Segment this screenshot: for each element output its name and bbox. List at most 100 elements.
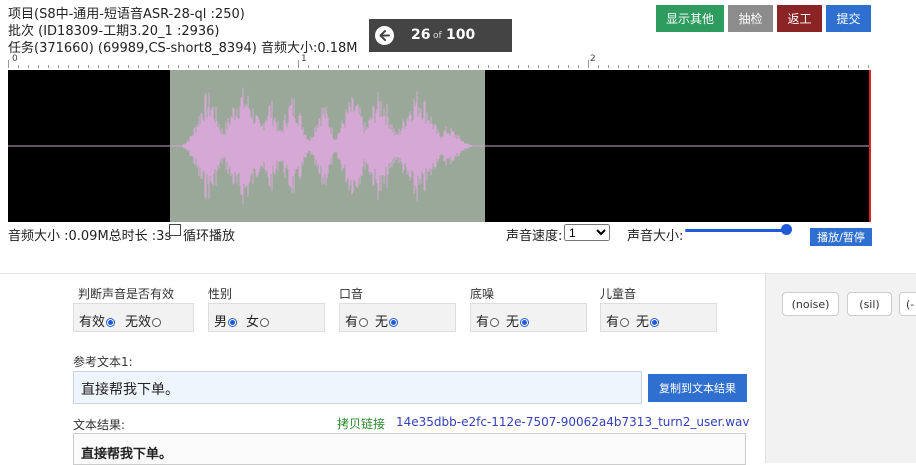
back-arrow-icon[interactable]: [375, 26, 394, 45]
radio-invalid[interactable]: [152, 318, 162, 327]
ruler-tick: [638, 65, 639, 68]
reference-textarea[interactable]: 直接帮我下单。: [73, 371, 642, 404]
ruler-tick: [188, 65, 189, 68]
speed-select[interactable]: 1: [564, 224, 610, 241]
result-textarea[interactable]: 直接帮我下单。: [73, 433, 746, 465]
ruler-tick: [138, 65, 139, 68]
volume-slider-track[interactable]: [685, 229, 789, 232]
play-pause-button[interactable]: 播放/暂停: [810, 228, 872, 246]
ruler-tick: [258, 65, 259, 68]
option-label: 有: [606, 315, 620, 330]
option-label: 有: [345, 315, 359, 330]
ruler-tick: [648, 65, 649, 68]
radio-child-no[interactable]: [650, 318, 660, 327]
sil-tag-button[interactable]: (sil): [847, 292, 892, 316]
radio-female[interactable]: [260, 318, 270, 327]
radio-accent-yes[interactable]: [359, 318, 369, 327]
waveform[interactable]: [8, 70, 871, 222]
ruler-tick: [868, 65, 869, 68]
option-child-yes[interactable]: 有: [606, 311, 630, 330]
ruler-tick: [608, 65, 609, 68]
ruler-tick: [418, 65, 419, 68]
of-label: of: [433, 31, 442, 41]
audio-info: 音频大小 :0.09M总时长 :3s: [8, 229, 172, 244]
option-noise-yes[interactable]: 有: [476, 311, 500, 330]
ruler-tick: [248, 65, 249, 68]
ruler-tick: [18, 65, 19, 68]
ruler-tick: [498, 65, 499, 68]
child-voice-group: 有 无: [600, 303, 717, 332]
ruler-tick: [268, 65, 269, 68]
ruler-tick: [568, 65, 569, 68]
ruler-tick: [108, 65, 109, 68]
item-navigator: 26 of 100: [369, 19, 512, 52]
ruler-tick: [798, 65, 799, 68]
radio-accent-no[interactable]: [389, 318, 399, 327]
radio-noise-yes[interactable]: [490, 318, 500, 327]
ruler-tick: [68, 65, 69, 68]
validity-label: 判断声音是否有效: [78, 287, 175, 301]
noise-group: 有 无: [470, 303, 587, 332]
ruler-label-2: 2: [590, 54, 596, 64]
option-child-no[interactable]: 无: [636, 311, 660, 330]
noise-label: 底噪: [470, 287, 495, 301]
radio-valid[interactable]: [106, 318, 116, 327]
radio-noise-no[interactable]: [520, 318, 530, 327]
option-label: 无效: [125, 315, 152, 330]
ruler-label-1: 1: [301, 54, 307, 64]
ruler-tick: [198, 65, 199, 68]
ruler-tick: [558, 65, 559, 68]
volume-slider-thumb[interactable]: [781, 224, 792, 235]
copy-link[interactable]: 拷贝链接: [337, 415, 385, 432]
radio-child-yes[interactable]: [620, 318, 630, 327]
show-other-button[interactable]: 显示其他: [656, 5, 724, 32]
speed-label: 声音速度:: [506, 229, 563, 244]
rework-button[interactable]: 返工: [777, 5, 822, 32]
more-tag-button[interactable]: (-: [899, 292, 916, 316]
waveform-signal: [8, 87, 870, 205]
noise-tag-button[interactable]: (noise): [782, 292, 839, 316]
option-accent-no[interactable]: 无: [375, 311, 399, 330]
ruler-tick: [698, 65, 699, 68]
spot-check-button[interactable]: 抽检: [728, 5, 773, 32]
radio-male[interactable]: [228, 318, 238, 327]
ruler-tick: [158, 65, 159, 68]
ruler-tick: [828, 65, 829, 68]
loop-checkbox[interactable]: [169, 224, 181, 239]
ruler-tick: [128, 65, 129, 68]
audio-file-link[interactable]: 14e35dbb-e2fc-112e-7507-90062a4b7313_tur…: [396, 415, 750, 429]
option-accent-yes[interactable]: 有: [345, 311, 369, 330]
ruler-tick: [228, 65, 229, 68]
ruler-tick: [348, 65, 349, 68]
gender-group: 男 女: [208, 303, 325, 332]
ruler-tick: [598, 65, 599, 68]
option-noise-no[interactable]: 无: [506, 311, 530, 330]
ruler-tick: [118, 65, 119, 68]
option-invalid[interactable]: 无效: [125, 311, 162, 330]
gender-label: 性别: [208, 287, 233, 301]
current-index: 26: [411, 27, 431, 43]
ruler-tick: [708, 65, 709, 68]
option-valid[interactable]: 有效: [79, 311, 116, 330]
ruler-tick: [538, 65, 539, 68]
reference-label: 参考文本1:: [73, 355, 133, 369]
ruler-tick: [658, 65, 659, 68]
ruler-tick: [678, 65, 679, 68]
ruler-tick: [358, 65, 359, 68]
ruler-tick: [408, 65, 409, 68]
reference-text: 直接帮我下单。: [81, 382, 179, 398]
ruler-tick: [148, 65, 149, 68]
ruler-tick: [718, 65, 719, 68]
option-label: 无: [506, 315, 520, 330]
ruler-tick: [488, 65, 489, 68]
checkbox-box[interactable]: [169, 224, 181, 236]
child-voice-label: 儿童音: [600, 287, 637, 301]
ruler-tick: [778, 65, 779, 68]
ruler-tick: [818, 65, 819, 68]
ruler-tick: [758, 65, 759, 68]
copy-to-result-button[interactable]: 复制到文本结果: [648, 374, 747, 402]
ruler-tick: [58, 65, 59, 68]
option-male[interactable]: 男: [214, 311, 238, 330]
option-female[interactable]: 女: [246, 311, 270, 330]
submit-button[interactable]: 提交: [826, 5, 871, 32]
